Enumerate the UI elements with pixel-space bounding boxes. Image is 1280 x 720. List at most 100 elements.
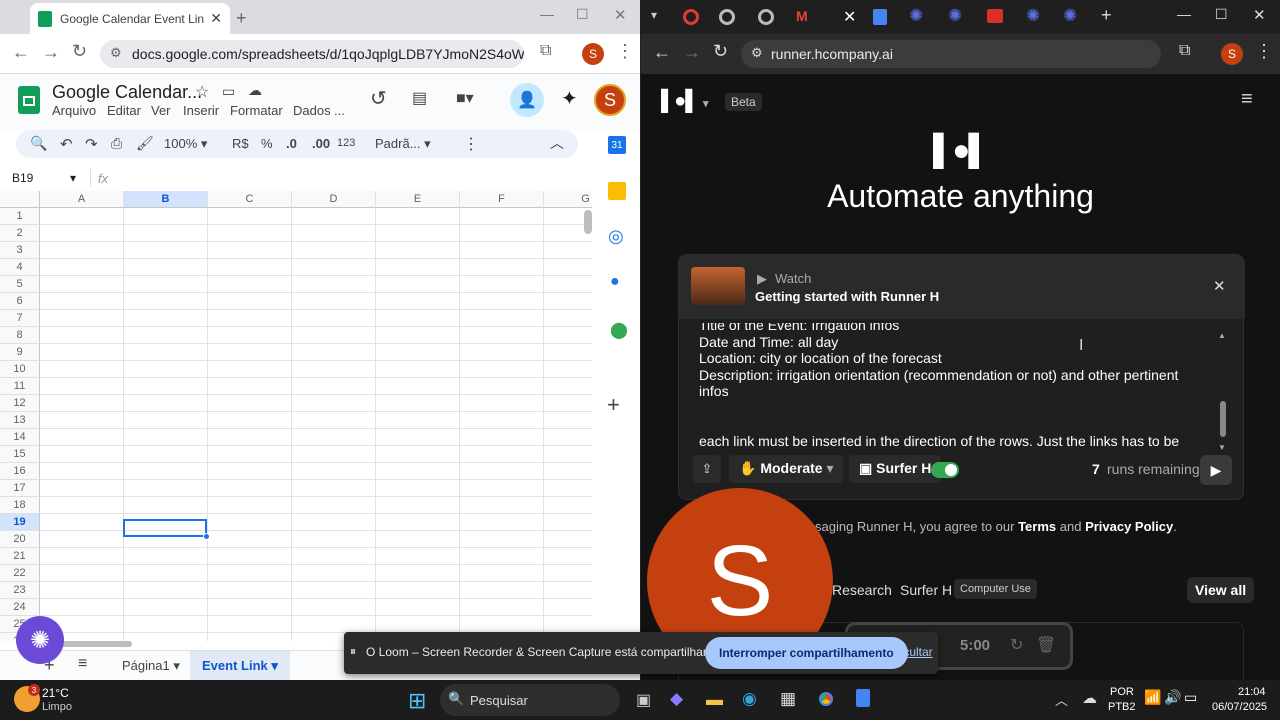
tab-favicon-7[interactable]: ✺ [948, 6, 962, 26]
new-tab-icon[interactable]: + [236, 8, 247, 29]
tab-favicon-2[interactable] [719, 9, 735, 25]
row-header[interactable]: 19 [0, 514, 40, 531]
close-tab-icon[interactable]: ✕ [210, 10, 222, 27]
taskbar-search[interactable]: 🔍 Pesquisar [440, 684, 620, 716]
zoom-select[interactable]: 100% ▾ [164, 136, 207, 152]
tab-favicon-docs[interactable] [873, 9, 887, 25]
cloud-status-icon[interactable]: ☁ [248, 82, 262, 99]
redo-icon[interactable]: ↷ [85, 135, 98, 153]
menu-kebab-icon[interactable]: ⋮ [1255, 41, 1273, 62]
percent-button[interactable]: % [261, 136, 273, 151]
tab-favicon-3[interactable] [758, 9, 774, 25]
chrome-icon[interactable] [814, 687, 838, 711]
row-header[interactable]: 12 [0, 395, 40, 412]
menu-formatar[interactable]: Formatar [230, 103, 283, 118]
profile-avatar[interactable]: S [1221, 43, 1243, 65]
column-header[interactable]: C [208, 191, 292, 208]
maximize-icon[interactable]: ☐ [1215, 6, 1228, 23]
row-header[interactable]: 4 [0, 259, 40, 276]
share-button[interactable]: 👤 [510, 83, 544, 117]
forward-icon[interactable]: → [42, 42, 60, 63]
restart-icon[interactable]: ↻ [1010, 635, 1023, 655]
sheet-tab-pagina1[interactable]: Página1 ▾ [112, 651, 190, 680]
currency-button[interactable]: R$ [232, 136, 249, 151]
onedrive-icon[interactable]: ☁ [1082, 689, 1097, 707]
reload-icon[interactable]: ↻ [713, 41, 728, 62]
add-addon-icon[interactable]: + [607, 392, 620, 418]
column-header[interactable]: D [292, 191, 376, 208]
number-format-button[interactable]: 123 [337, 137, 355, 149]
battery-icon[interactable]: ▭ [1184, 689, 1197, 706]
row-header[interactable]: 24 [0, 599, 40, 616]
forward-icon[interactable]: → [683, 42, 701, 63]
tab-surfer-h[interactable]: Surfer H [900, 582, 952, 598]
row-header[interactable]: 18 [0, 497, 40, 514]
back-icon[interactable]: ← [653, 42, 671, 63]
menu-dados[interactable]: Dados [293, 103, 331, 118]
more-tools-icon[interactable]: ⋮ [463, 134, 479, 154]
close-banner-icon[interactable]: ✕ [1213, 277, 1226, 295]
site-info-icon[interactable]: ⚙ [110, 45, 122, 61]
fill-handle[interactable] [203, 533, 210, 540]
row-header[interactable]: 6 [0, 293, 40, 310]
hamburger-menu-icon[interactable]: ≡ [1241, 88, 1253, 111]
row-header[interactable]: 22 [0, 565, 40, 582]
task-view-icon[interactable]: ▣ [636, 690, 651, 710]
selected-cell[interactable] [123, 519, 207, 537]
terms-link[interactable]: Terms [1018, 519, 1056, 534]
decrease-decimal-button[interactable]: .0 [286, 136, 297, 151]
row-header[interactable]: 9 [0, 344, 40, 361]
row-header[interactable]: 5 [0, 276, 40, 293]
menu-ver[interactable]: Ver [151, 103, 171, 118]
increase-decimal-button[interactable]: .00 [312, 136, 330, 151]
hide-link[interactable]: Ocultar [894, 645, 933, 659]
undo-icon[interactable]: ↶ [60, 135, 73, 153]
select-all-corner[interactable] [0, 191, 40, 208]
all-sheets-icon[interactable]: ≡ [78, 655, 87, 673]
column-header[interactable]: G [544, 191, 592, 208]
site-info-icon[interactable]: ⚙ [751, 45, 763, 61]
column-header[interactable]: F [460, 191, 544, 208]
meet-icon[interactable]: ■▾ [456, 88, 474, 108]
attach-file-button[interactable]: ⇪ [693, 455, 721, 483]
row-header[interactable]: 17 [0, 480, 40, 497]
maximize-icon[interactable]: ☐ [576, 6, 589, 23]
minimize-icon[interactable]: — [540, 6, 554, 22]
row-header[interactable]: 10 [0, 361, 40, 378]
start-button-icon[interactable]: ⊞ [408, 688, 426, 714]
trash-icon[interactable]: 🗑 [1036, 635, 1056, 655]
font-select[interactable]: Padrã... ▾ [375, 136, 431, 152]
scroll-up-arrow[interactable]: ▲ [1218, 331, 1226, 340]
run-button[interactable]: ▶ [1200, 455, 1232, 485]
row-header[interactable]: 11 [0, 378, 40, 395]
sheets-logo-icon[interactable] [18, 86, 40, 114]
tab-favicon-10[interactable]: ✺ [1063, 6, 1077, 26]
row-header[interactable]: 8 [0, 327, 40, 344]
column-header[interactable]: E [376, 191, 460, 208]
new-tab-icon[interactable]: + [1101, 5, 1112, 26]
edge-icon[interactable]: ◉ [742, 689, 757, 709]
sheets-taskbar-icon[interactable] [856, 689, 870, 707]
tasks-icon[interactable]: ◎ [608, 226, 624, 247]
collapse-menu-icon[interactable]: ︿ [550, 133, 564, 153]
weather-temp[interactable]: 21°C [42, 686, 69, 700]
floating-assistant-button[interactable]: ✺ [16, 616, 64, 664]
prompt-scrollbar[interactable] [1220, 401, 1226, 437]
menu-arquivo[interactable]: Arquivo [52, 103, 96, 118]
menu-more[interactable]: ... [334, 103, 345, 118]
row-header[interactable]: 16 [0, 463, 40, 480]
keep-icon[interactable] [608, 182, 626, 200]
video-banner[interactable]: ▶ Watch Getting started with Runner H ✕ [679, 255, 1245, 319]
right-url-field[interactable]: ⚙ runner.hcompany.ai [741, 40, 1161, 68]
sheet-tab-event-link[interactable]: Event Link ▾ [190, 651, 290, 680]
video-thumbnail[interactable] [691, 267, 745, 305]
doc-title[interactable]: Google Calendar... [52, 82, 202, 103]
clock-time[interactable]: 21:04 [1238, 686, 1266, 698]
paint-format-icon[interactable]: 🖌 [136, 135, 154, 152]
close-window-icon[interactable]: ✕ [614, 6, 627, 24]
print-icon[interactable]: ⎙ [111, 135, 122, 152]
gemini-icon[interactable]: ✦ [561, 86, 578, 111]
row-header[interactable]: 13 [0, 412, 40, 429]
move-folder-icon[interactable]: ▭ [222, 83, 235, 100]
comments-icon[interactable]: ▤ [412, 88, 427, 108]
